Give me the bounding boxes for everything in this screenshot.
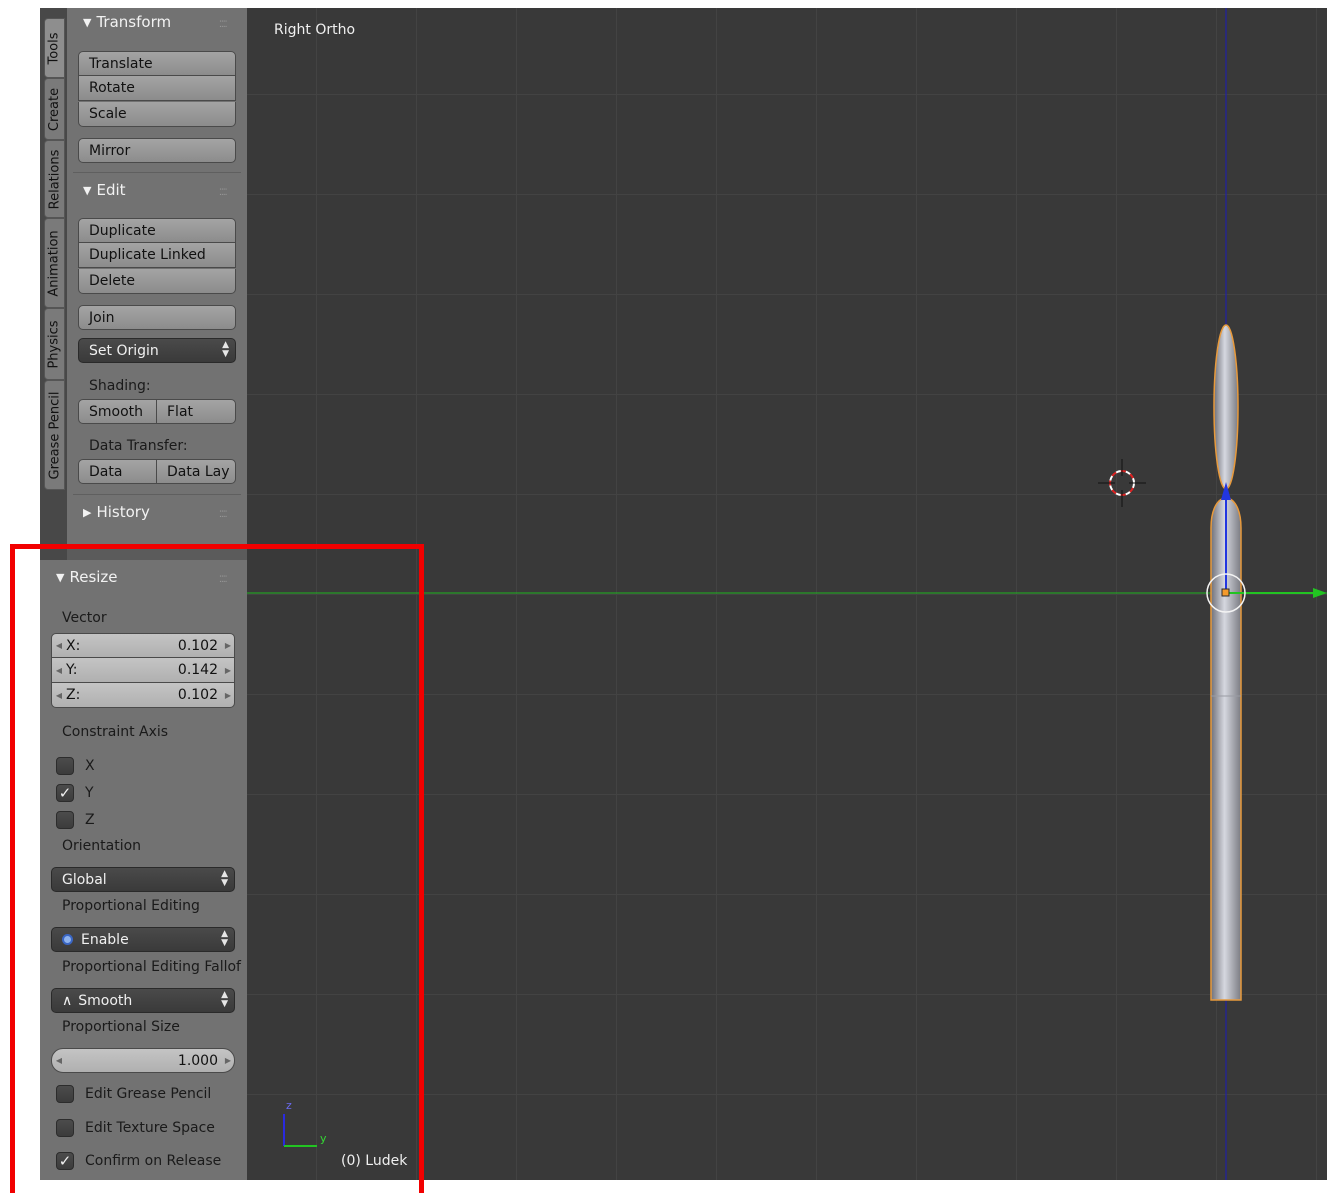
tool-shelf: ▼ Transform ⁚⁚⁚⁚ Translate Rotate Scale …	[67, 8, 247, 548]
resize-panel-header[interactable]: ▼ Resize	[56, 568, 118, 586]
increment-arrow-icon[interactable]: ▶	[222, 641, 234, 650]
smooth-falloff-icon: ∧	[62, 992, 73, 1009]
confirm-on-release-checkbox[interactable]: ✓	[56, 1152, 74, 1170]
rotate-button[interactable]: Rotate	[78, 76, 236, 101]
duplicate-linked-button[interactable]: Duplicate Linked	[78, 243, 236, 268]
duplicate-button[interactable]: Duplicate	[78, 218, 236, 243]
drag-grip-icon[interactable]: ⁚⁚⁚⁚	[219, 575, 228, 585]
edit-texture-space-label[interactable]: Edit Texture Space	[85, 1120, 215, 1136]
proportional-size-label: Proportional Size	[62, 1019, 180, 1035]
drag-grip-icon[interactable]: ⁚⁚⁚⁚	[219, 20, 228, 30]
mirror-button[interactable]: Mirror	[78, 138, 236, 163]
svg-text:y: y	[320, 1132, 327, 1145]
axis-orientation-icon: z y	[283, 1099, 327, 1147]
updown-arrows-icon: ▲ ▼	[221, 929, 228, 948]
3d-cursor-icon[interactable]	[1098, 459, 1146, 507]
divider	[73, 494, 241, 495]
smooth-shading-button[interactable]: Smooth	[78, 399, 157, 424]
updown-arrows-icon: ▲ ▼	[221, 990, 228, 1009]
ludek-mesh[interactable]	[1210, 324, 1242, 1001]
constraint-y-checkbox[interactable]: ✓	[56, 784, 74, 802]
orientation-dropdown[interactable]: Global ▲ ▼	[51, 867, 235, 892]
tab-animation[interactable]: Animation	[44, 218, 65, 308]
edit-grease-pencil-label[interactable]: Edit Grease Pencil	[85, 1086, 211, 1102]
active-object-label: (0) Ludek	[341, 1153, 408, 1169]
transform-gizmo[interactable]	[1206, 482, 1327, 613]
constraint-axis-label: Constraint Axis	[62, 724, 169, 740]
drag-grip-icon[interactable]: ⁚⁚⁚⁚	[219, 510, 228, 520]
edit-texture-space-checkbox[interactable]	[56, 1119, 74, 1137]
confirm-on-release-label[interactable]: Confirm on Release	[85, 1153, 221, 1169]
decrement-arrow-icon[interactable]: ◀	[52, 1056, 66, 1065]
tab-grease-pencil[interactable]: Grease Pencil	[44, 380, 65, 490]
orientation-label: Orientation	[62, 838, 142, 854]
proportional-falloff-label: Proportional Editing Fallof	[62, 959, 241, 975]
decrement-arrow-icon[interactable]: ◀	[52, 666, 66, 675]
set-origin-dropdown[interactable]: Set Origin ▲ ▼	[78, 338, 236, 363]
transform-panel-header[interactable]: ▼ Transform	[83, 13, 171, 31]
flat-shading-button[interactable]: Flat	[156, 399, 236, 424]
decrement-arrow-icon[interactable]: ◀	[52, 691, 66, 700]
proportional-falloff-dropdown[interactable]: ∧ Smooth ▲ ▼	[51, 988, 235, 1013]
resize-operator-panel: ▼ Resize ⁚⁚⁚⁚ Vector ◀ X: 0.102 ▶ ◀ Y: 0…	[40, 560, 247, 1180]
updown-arrows-icon: ▲ ▼	[222, 340, 229, 359]
svg-text:z: z	[286, 1099, 292, 1112]
proportional-editing-label: Proportional Editing	[62, 898, 200, 914]
tab-physics[interactable]: Physics	[44, 308, 65, 380]
increment-arrow-icon[interactable]: ▶	[222, 666, 234, 675]
collapse-triangle-icon: ▼	[83, 15, 92, 29]
drag-grip-icon[interactable]: ⁚⁚⁚⁚	[219, 188, 228, 198]
edit-grease-pencil-checkbox[interactable]	[56, 1085, 74, 1103]
increment-arrow-icon[interactable]: ▶	[222, 691, 234, 700]
edit-panel-header[interactable]: ▼ Edit	[83, 181, 126, 199]
tab-tools[interactable]: Tools	[44, 18, 65, 78]
proportional-size-slider[interactable]: ◀ 1.000 ▶	[51, 1048, 235, 1073]
join-button[interactable]: Join	[78, 305, 236, 330]
panel-divider[interactable]	[67, 548, 247, 560]
collapse-triangle-icon: ▼	[83, 183, 92, 197]
vector-y-field[interactable]: ◀ Y: 0.142 ▶	[51, 658, 235, 683]
3d-viewport[interactable]: Right Ortho z y (0) Ludek	[247, 8, 1327, 1180]
history-panel-header[interactable]: ▶ History	[83, 503, 150, 521]
proportional-enable-icon	[62, 934, 73, 945]
translate-button[interactable]: Translate	[78, 51, 236, 76]
data-button[interactable]: Data	[78, 459, 157, 484]
divider	[73, 172, 241, 173]
constraint-x-checkbox[interactable]	[56, 757, 74, 775]
tab-create[interactable]: Create	[44, 78, 65, 140]
proportional-editing-dropdown[interactable]: Enable ▲ ▼	[51, 927, 235, 952]
scale-button[interactable]: Scale	[78, 102, 236, 127]
scene-canvas[interactable]: z y	[247, 8, 1327, 1180]
data-transfer-label: Data Transfer:	[89, 438, 188, 454]
updown-arrows-icon: ▲ ▼	[221, 869, 228, 888]
constraint-z-checkbox[interactable]	[56, 811, 74, 829]
constraint-y-label[interactable]: Y	[85, 785, 94, 801]
shading-label: Shading:	[89, 378, 151, 394]
constraint-z-label[interactable]: Z	[85, 812, 95, 828]
expand-triangle-icon: ▶	[83, 505, 92, 519]
tab-relations[interactable]: Relations	[44, 140, 65, 218]
vector-x-field[interactable]: ◀ X: 0.102 ▶	[51, 633, 235, 658]
increment-arrow-icon[interactable]: ▶	[222, 1056, 234, 1065]
vector-label: Vector	[62, 610, 107, 626]
collapse-triangle-icon: ▼	[56, 570, 65, 584]
delete-button[interactable]: Delete	[78, 269, 236, 294]
data-layout-button[interactable]: Data Lay	[156, 459, 236, 484]
blender-window: Tools Create Relations Animation Physics…	[40, 8, 1327, 1180]
vector-z-field[interactable]: ◀ Z: 0.102 ▶	[51, 683, 235, 708]
constraint-x-label[interactable]: X	[85, 758, 95, 774]
decrement-arrow-icon[interactable]: ◀	[52, 641, 66, 650]
